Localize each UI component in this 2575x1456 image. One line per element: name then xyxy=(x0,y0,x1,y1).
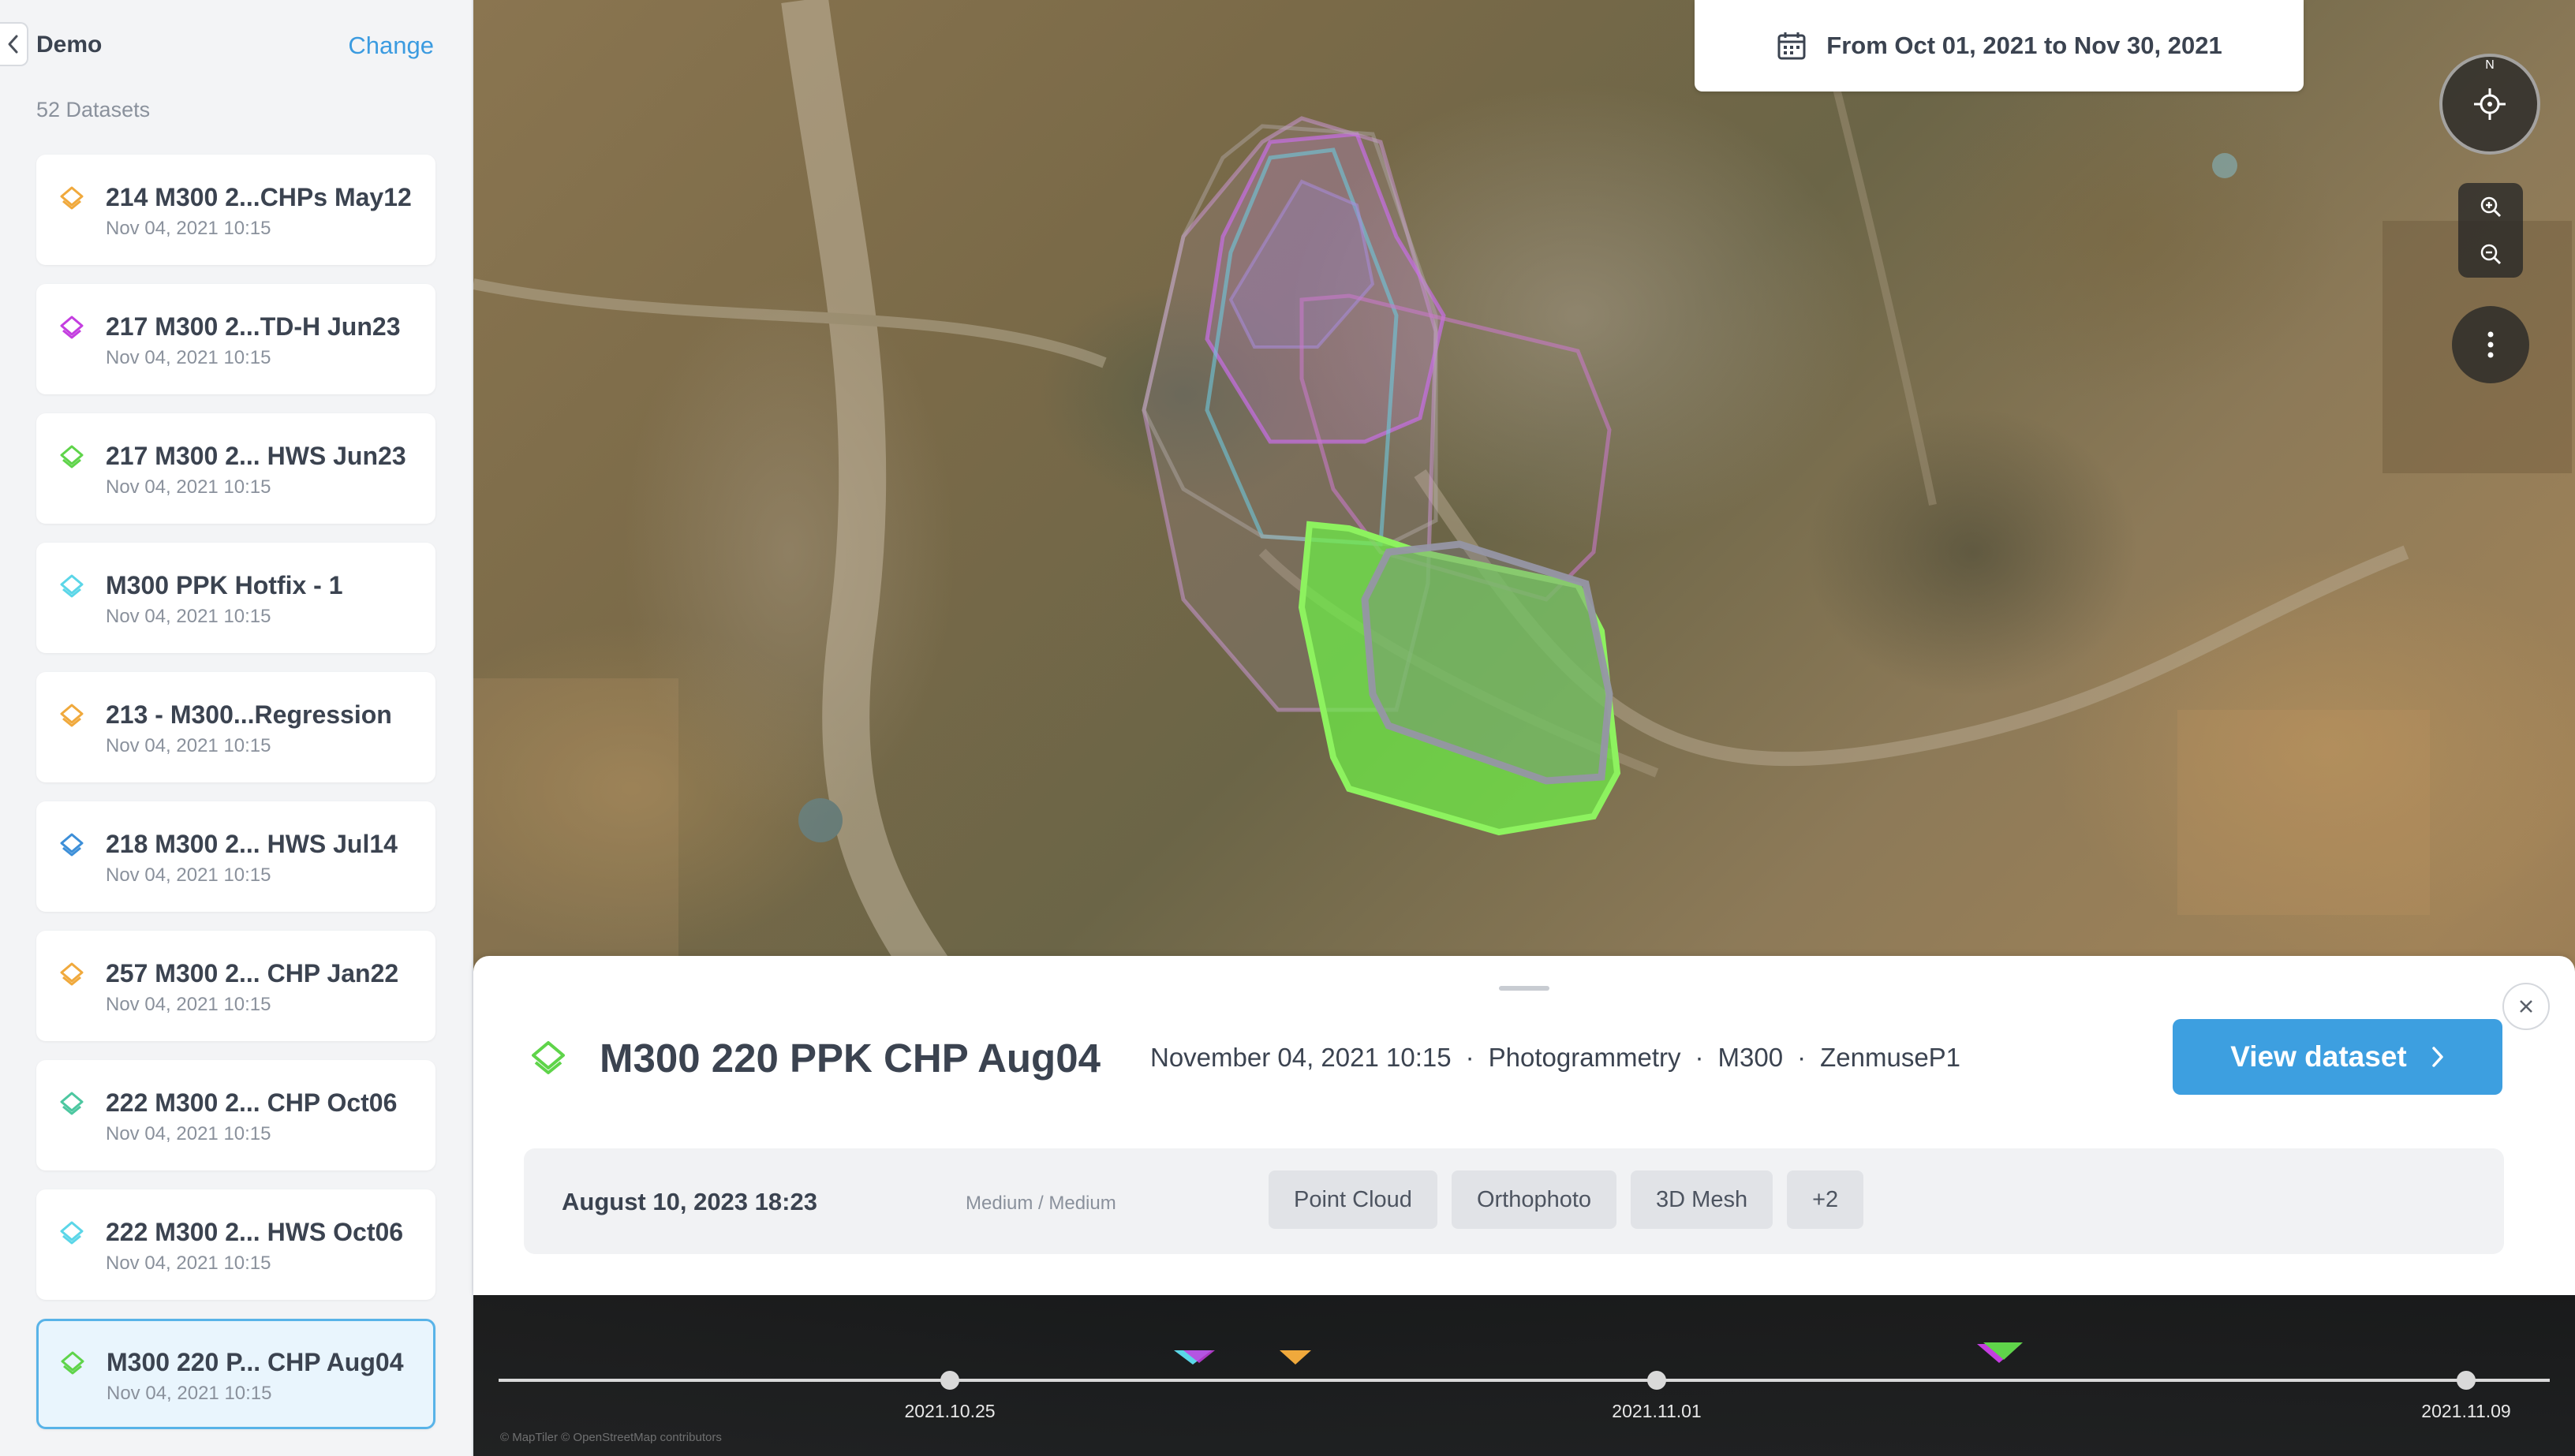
version-date: August 10, 2023 18:23 xyxy=(562,1188,817,1215)
dataset-card[interactable]: 218 M300 2... HWS Jul14 Nov 04, 2021 10:1… xyxy=(36,801,435,912)
dataset-card-title: 217 M300 2...TD-H Jun23 xyxy=(106,312,401,341)
tag-orthophoto[interactable]: Orthophoto xyxy=(1451,1170,1617,1229)
project-name: Demo xyxy=(36,32,103,58)
dataset-card[interactable]: 257 M300 2... CHP Jan22 Nov 04, 2021 10:1… xyxy=(36,931,435,1041)
layers-icon xyxy=(60,315,84,339)
layers-icon xyxy=(60,186,84,210)
dataset-footprints xyxy=(1142,116,1621,836)
view-dataset-button[interactable]: View dataset xyxy=(2173,1019,2502,1095)
layers-icon xyxy=(60,833,84,857)
layers-icon xyxy=(60,1092,84,1115)
tag-3d-mesh[interactable]: 3D Mesh xyxy=(1631,1170,1773,1229)
dataset-card-title: M300 PPK Hotfix - 1 xyxy=(106,571,343,599)
dataset-card-date: Nov 04, 2021 10:15 xyxy=(106,476,271,498)
timeline[interactable]: 2021.10.25 2021.11.01 2021.11.09 © MapTi… xyxy=(473,1295,2575,1456)
meta-separator: · xyxy=(1695,1043,1704,1072)
timeline-marker[interactable] xyxy=(1280,1350,1311,1365)
timeline-tick-dot[interactable] xyxy=(1647,1371,1666,1390)
calendar-icon xyxy=(1777,32,1806,60)
dataset-card-date: Nov 04, 2021 10:15 xyxy=(106,735,271,756)
dataset-card-title: 257 M300 2... CHP Jan22 xyxy=(106,959,399,987)
dataset-card[interactable]: 222 M300 2... HWS Oct06 Nov 04, 2021 10:1… xyxy=(36,1189,435,1300)
dataset-drone: M300 xyxy=(1717,1043,1784,1072)
dataset-card[interactable]: 217 M300 2... HWS Jun23 Nov 04, 2021 10:1… xyxy=(36,413,435,524)
date-range-picker[interactable]: From Oct 01, 2021 to Nov 30, 2021 xyxy=(1695,0,2304,91)
layers-icon xyxy=(60,574,84,598)
dataset-title: M300 220 PPK CHP Aug04 xyxy=(600,1036,1101,1081)
layers-icon xyxy=(60,962,84,986)
dataset-camera: ZenmuseP1 xyxy=(1820,1043,1961,1072)
dataset-card[interactable]: M300 220 P... CHP Aug04 Nov 04, 2021 10:1… xyxy=(36,1319,435,1429)
layers-icon xyxy=(61,1351,84,1375)
compass-north-label: N xyxy=(2485,58,2495,72)
dataset-card-date: Nov 04, 2021 10:15 xyxy=(106,347,271,368)
timeline-label: 2021.11.01 xyxy=(1612,1401,1702,1421)
locate-compass-button[interactable]: N xyxy=(2439,54,2540,155)
output-tags: Point Cloud Orthophoto 3D Mesh +2 xyxy=(1269,1170,1864,1229)
dataset-card[interactable]: 222 M300 2... CHP Oct06 Nov 04, 2021 10:1… xyxy=(36,1060,435,1170)
change-project-link[interactable]: Change xyxy=(348,32,434,60)
tag-point-cloud[interactable]: Point Cloud xyxy=(1269,1170,1437,1229)
version-quality: Medium / Medium xyxy=(966,1193,1116,1214)
chevron-left-icon xyxy=(8,35,18,54)
timeline-marker-cluster[interactable] xyxy=(1977,1342,2023,1363)
dataset-card-title: 217 M300 2... HWS Jun23 xyxy=(106,442,406,470)
timeline-marker-cluster[interactable] xyxy=(1174,1350,1215,1365)
layers-icon xyxy=(532,1041,565,1074)
dataset-card-title: 222 M300 2... HWS Oct06 xyxy=(106,1218,404,1246)
dataset-card-date: Nov 04, 2021 10:15 xyxy=(106,1253,271,1274)
meta-separator: · xyxy=(1465,1043,1474,1072)
dataset-card-title: M300 220 P... CHP Aug04 xyxy=(107,1348,404,1376)
dataset-card-date: Nov 04, 2021 10:15 xyxy=(106,606,271,627)
more-vertical-icon xyxy=(2487,331,2494,358)
processing-version-row[interactable]: August 10, 2023 18:23 Medium / Medium Po… xyxy=(524,1148,2504,1254)
timeline-track xyxy=(499,1342,2550,1390)
layers-icon xyxy=(60,704,84,727)
dataset-card-date: Nov 04, 2021 10:15 xyxy=(106,1123,271,1144)
dataset-card-title: 214 M300 2...CHPs May12 xyxy=(106,183,412,211)
zoom-in-icon xyxy=(2480,196,2502,218)
collapse-sidebar-button[interactable] xyxy=(0,22,28,66)
view-dataset-label: View dataset xyxy=(2230,1040,2407,1073)
layers-icon xyxy=(60,1221,84,1245)
terrain-texture xyxy=(473,0,2572,1118)
dataset-card-date: Nov 04, 2021 10:15 xyxy=(106,994,271,1015)
tag-more[interactable]: +2 xyxy=(1787,1170,1864,1229)
zoom-out-icon xyxy=(2480,244,2502,265)
dataset-card[interactable]: 217 M300 2...TD-H Jun23 Nov 04, 2021 10:1… xyxy=(36,284,435,394)
dataset-card-title: 222 M300 2... CHP Oct06 xyxy=(106,1088,398,1117)
timeline-tick-dot[interactable] xyxy=(2457,1371,2476,1390)
dataset-card-title: 213 - M300...Regression xyxy=(106,700,392,729)
dataset-type: Photogrammetry xyxy=(1488,1043,1681,1072)
dataset-card-date: Nov 04, 2021 10:15 xyxy=(106,218,271,239)
dataset-card[interactable]: 214 M300 2...CHPs May12 Nov 04, 2021 10:1… xyxy=(36,155,435,265)
chevron-right-icon xyxy=(2431,1047,2443,1067)
zoom-in-button[interactable] xyxy=(2458,183,2523,230)
zoom-controls xyxy=(2458,183,2523,278)
dataset-created-date: November 04, 2021 10:15 xyxy=(1150,1043,1452,1072)
zoom-out-button[interactable] xyxy=(2458,230,2523,278)
dataset-meta: November 04, 2021 10:15 · Photogrammetry… xyxy=(1150,1043,1960,1073)
dataset-card-date: Nov 04, 2021 10:15 xyxy=(107,1383,272,1404)
timeline-tick-dot[interactable] xyxy=(940,1371,959,1390)
dataset-detail-panel: M300 220 PPK CHP Aug04 November 04, 2021… xyxy=(473,956,2575,1295)
dataset-card[interactable]: M300 PPK Hotfix - 1 Nov 04, 2021 10:15 xyxy=(36,543,435,653)
panel-drag-handle[interactable] xyxy=(1499,986,1549,991)
more-options-button[interactable] xyxy=(2452,306,2529,383)
sidebar: Demo Change 52 Datasets 214 M300 2...CHP… xyxy=(0,0,473,1456)
date-range-label: From Oct 01, 2021 to Nov 30, 2021 xyxy=(1826,32,2222,59)
dataset-list: 214 M300 2...CHPs May12 Nov 04, 2021 10:1… xyxy=(36,155,435,1448)
close-panel-button[interactable] xyxy=(2502,983,2550,1030)
meta-separator: · xyxy=(1797,1043,1807,1072)
timeline-label: 2021.10.25 xyxy=(904,1401,996,1421)
layers-icon xyxy=(60,445,84,469)
dataset-card-title: 218 M300 2... HWS Jul14 xyxy=(106,830,398,858)
timeline-label: 2021.11.09 xyxy=(2421,1401,2511,1421)
dataset-count: 52 Datasets xyxy=(36,98,151,121)
dataset-card-date: Nov 04, 2021 10:15 xyxy=(106,864,271,886)
map-attribution: © MapTiler © OpenStreetMap contributors xyxy=(500,1431,722,1444)
crosshair-icon xyxy=(2474,88,2506,120)
close-icon xyxy=(2520,1000,2532,1013)
dataset-card[interactable]: 213 - M300...Regression Nov 04, 2021 10:1… xyxy=(36,672,435,782)
